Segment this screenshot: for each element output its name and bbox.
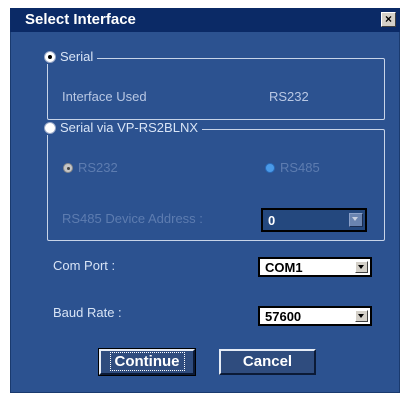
close-icon[interactable]: × [381, 12, 396, 27]
rs232-radio-label: RS232 [78, 160, 118, 175]
vp-rs2blnx-radio-option[interactable]: Serial via VP-RS2BLNX [40, 120, 202, 135]
chevron-down-icon[interactable] [349, 213, 363, 227]
vp-rs2blnx-radio-label: Serial via VP-RS2BLNX [60, 120, 198, 135]
rs485-radio[interactable] [265, 163, 275, 173]
device-address-label: RS485 Device Address : [62, 211, 203, 226]
title-bar: Select Interface × [10, 8, 400, 32]
serial-radio-option[interactable]: Serial [40, 49, 98, 64]
com-port-label: Com Port : [53, 258, 116, 273]
baud-rate-value: 57600 [265, 309, 302, 324]
serial-radio-label: Serial [60, 49, 94, 64]
continue-button-label: Continue [109, 352, 185, 371]
device-address-select[interactable]: 0 [261, 208, 367, 232]
continue-button[interactable]: Continue [98, 348, 196, 376]
select-interface-dialog: Select Interface × Serial Interface Used… [10, 8, 400, 393]
vp-rs2blnx-group: Serial via VP-RS2BLNX RS232 RS485 RS485 … [40, 120, 385, 241]
dialog-title: Select Interface [25, 11, 136, 28]
interface-used-value: RS232 [269, 89, 309, 104]
baud-rate-label: Baud Rate : [53, 305, 122, 320]
serial-group: Serial Interface Used RS232 [40, 49, 385, 120]
vp-rs2blnx-radio[interactable] [44, 121, 56, 134]
com-port-select[interactable]: COM1 [258, 257, 372, 277]
baud-rate-select[interactable]: 57600 [258, 306, 372, 326]
device-address-value: 0 [268, 213, 276, 228]
chevron-down-icon[interactable] [355, 310, 368, 322]
chevron-down-icon[interactable] [355, 261, 368, 273]
cancel-button[interactable]: Cancel [219, 349, 316, 375]
com-port-value: COM1 [265, 260, 303, 275]
rs232-radio[interactable] [63, 163, 73, 173]
serial-radio[interactable] [44, 50, 56, 63]
rs485-radio-label: RS485 [280, 160, 320, 175]
interface-used-label: Interface Used [62, 89, 147, 104]
